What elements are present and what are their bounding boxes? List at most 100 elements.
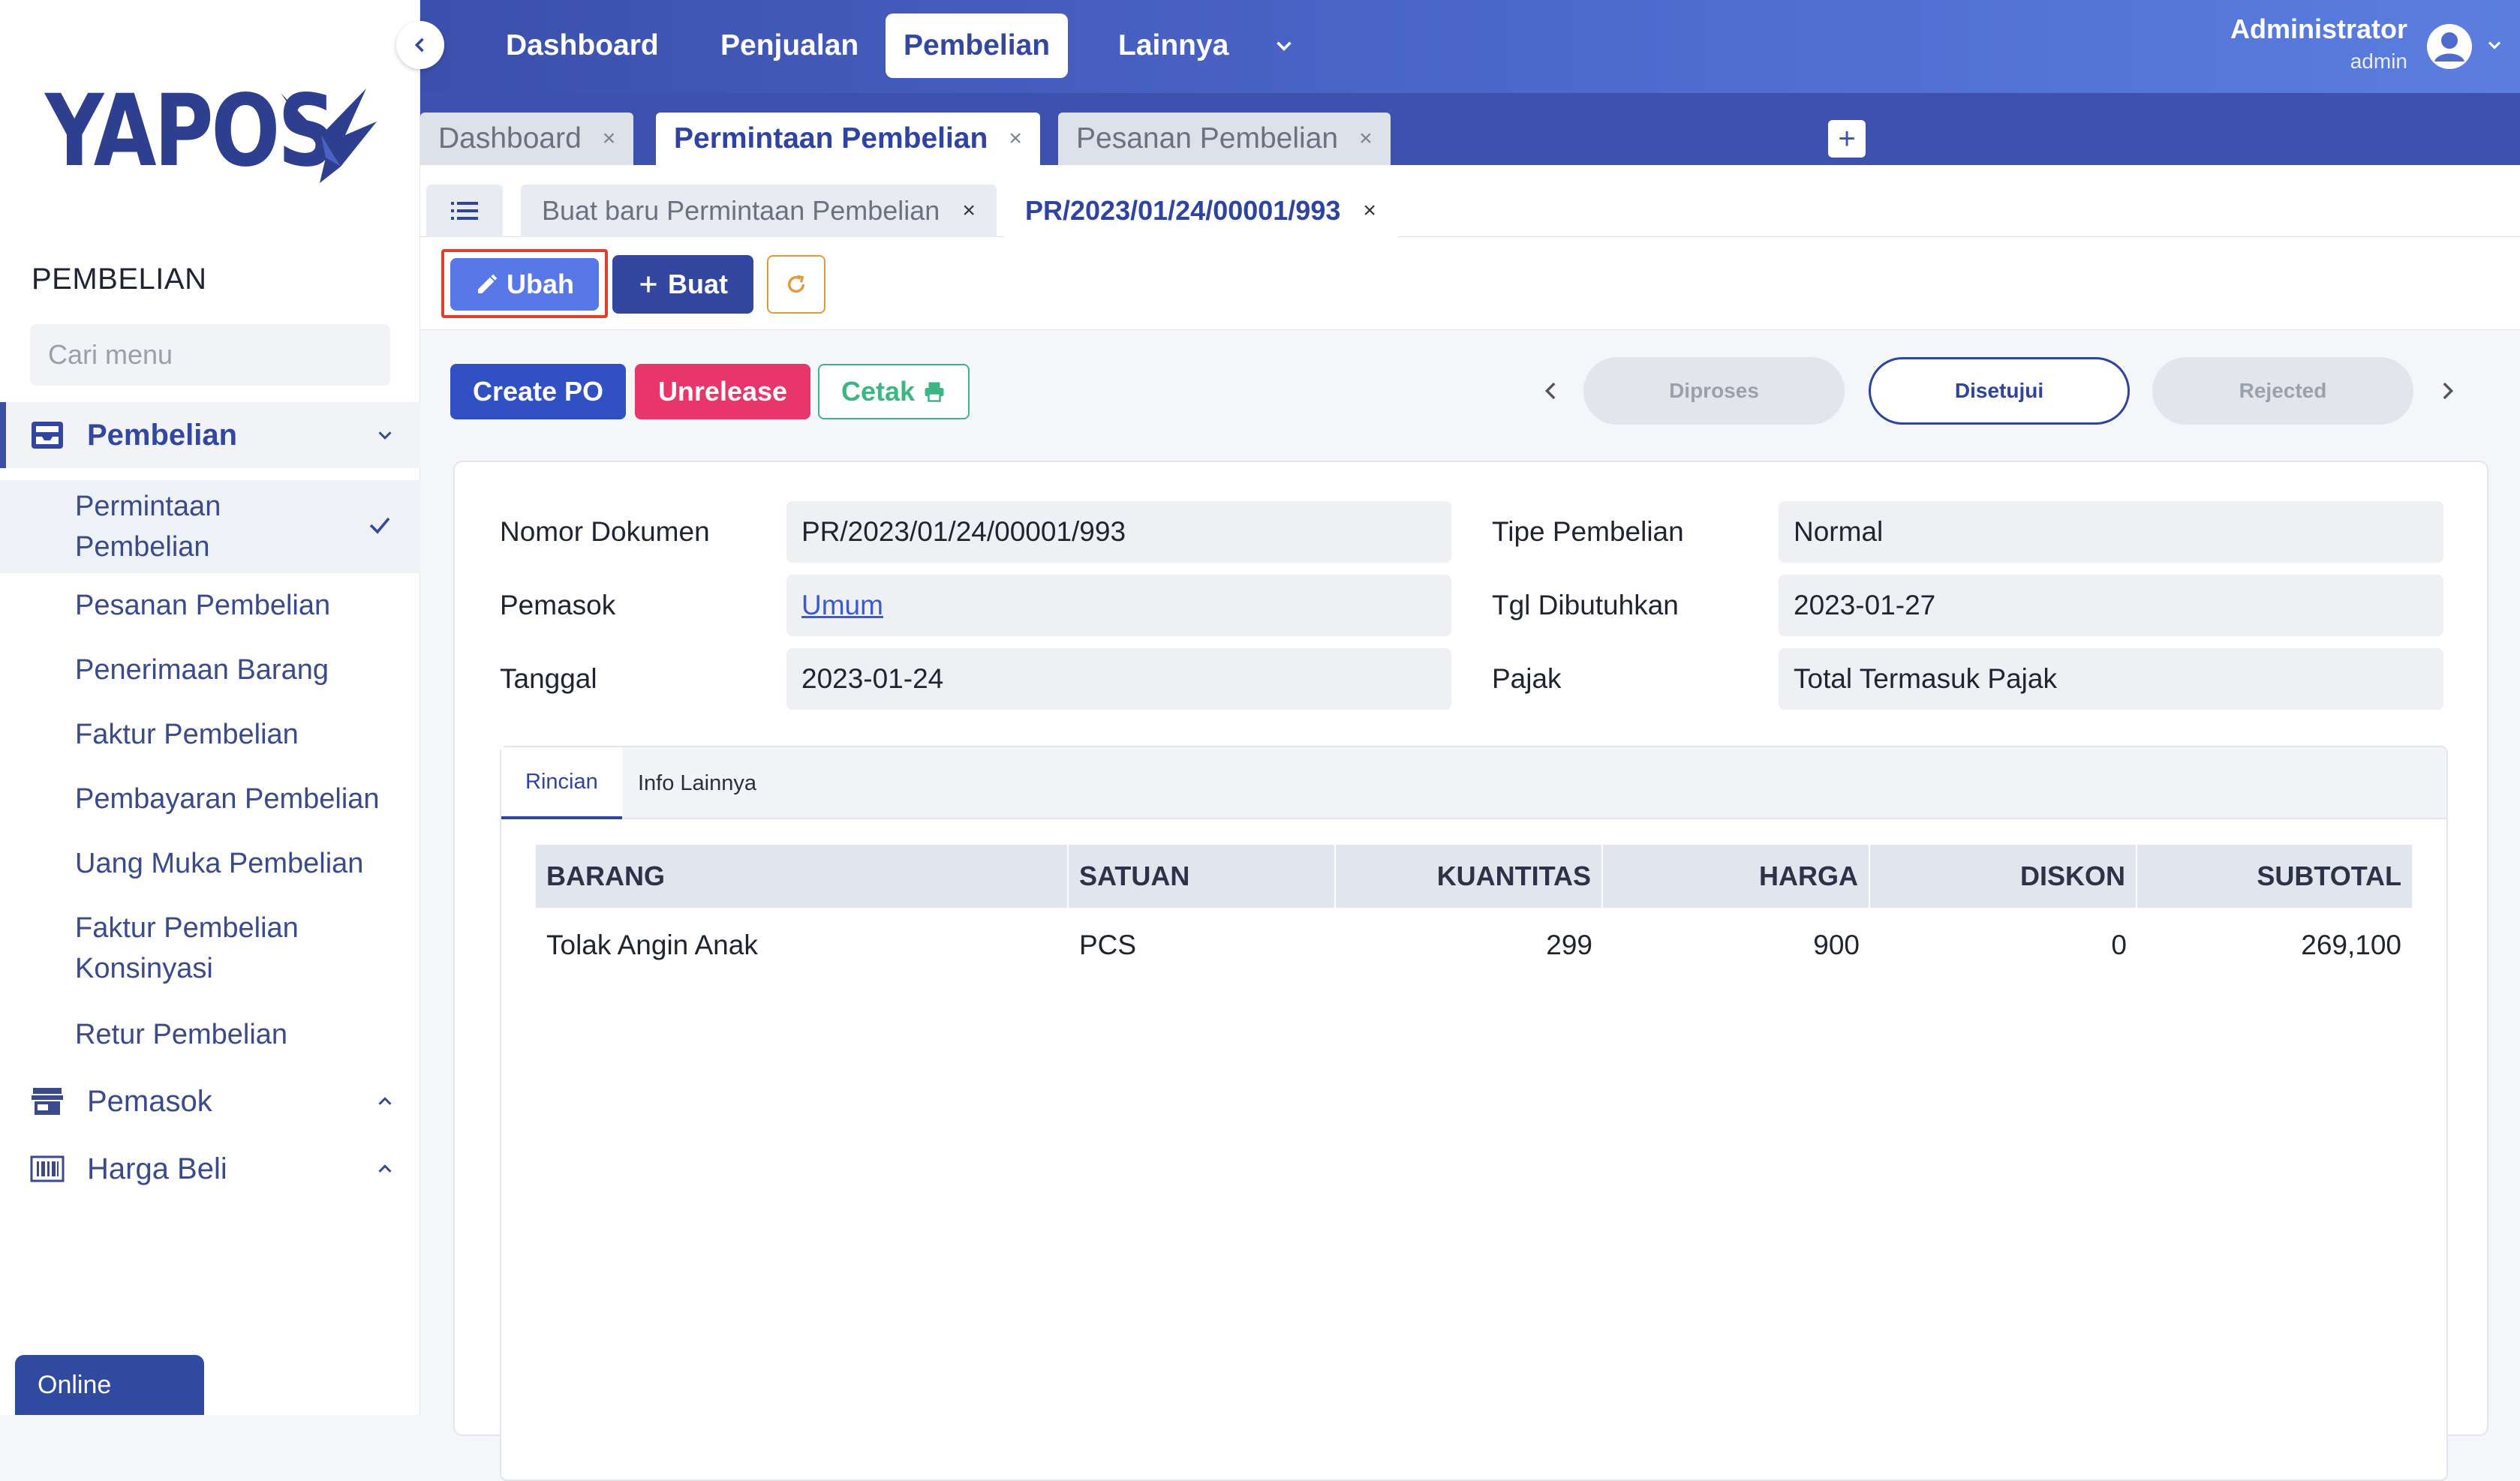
topnav-dashboard[interactable]: Dashboard bbox=[488, 14, 677, 78]
close-icon[interactable]: × bbox=[1363, 198, 1376, 224]
app-logo[interactable]: YAPOS bbox=[45, 75, 383, 188]
plus-icon bbox=[640, 276, 657, 293]
chevron-down-icon[interactable] bbox=[2484, 35, 2505, 56]
needed-date-label: Tgl Dibutuhkan bbox=[1492, 590, 1679, 620]
topnav-lainnya[interactable]: Lainnya bbox=[1100, 14, 1246, 78]
topnav-penjualan[interactable]: Penjualan bbox=[702, 14, 877, 78]
chevron-down-icon bbox=[378, 431, 392, 440]
status-step-rejected[interactable]: Rejected bbox=[2152, 357, 2413, 425]
sidebar-item-label: Retur Pembelian bbox=[75, 1019, 288, 1050]
chevron-left-icon bbox=[414, 38, 424, 53]
sidebar-group-label: Pembelian bbox=[87, 418, 238, 452]
column-header[interactable]: SUBTOTAL bbox=[2137, 845, 2412, 908]
menu-search-input[interactable] bbox=[47, 338, 398, 371]
supplier-label: Pemasok bbox=[500, 590, 616, 620]
tab-info-lainnya[interactable]: Info Lainnya bbox=[614, 747, 780, 819]
document-card: Nomor Dokumen PR/2023/01/24/00001/993 Pe… bbox=[453, 461, 2488, 1481]
detail-tabs-panel: Rincian Info Lainnya BARANG SATUAN KUANT… bbox=[500, 746, 2448, 1481]
sidebar-collapse-button[interactable] bbox=[396, 21, 444, 69]
user-role: admin bbox=[2350, 50, 2407, 73]
sidebar-group-pemasok[interactable]: Pemasok bbox=[0, 1068, 420, 1134]
create-button[interactable]: Buat bbox=[612, 255, 753, 314]
close-icon[interactable]: × bbox=[1359, 126, 1373, 152]
purchase-type-field: Normal bbox=[1779, 501, 2443, 563]
document-toolbar: Ubah Buat bbox=[420, 237, 2520, 330]
tab-label: Buat baru Permintaan Pembelian bbox=[542, 195, 940, 226]
sidebar-item-permintaan-pembelian[interactable]: Permintaan Pembelian bbox=[0, 480, 420, 573]
chevron-down-icon[interactable] bbox=[1271, 33, 1297, 59]
tab-permintaan-pembelian[interactable]: Permintaan Pembelian × bbox=[656, 113, 1040, 165]
table-cell: PCS bbox=[1079, 930, 1137, 960]
table-cell: 269,100 bbox=[2301, 930, 2401, 960]
tax-label: Pajak bbox=[1492, 663, 1562, 694]
column-header[interactable]: SATUAN bbox=[1069, 845, 1336, 908]
tab-pesanan-pembelian[interactable]: Pesanan Pembelian × bbox=[1058, 113, 1391, 165]
pencil-icon bbox=[478, 274, 498, 293]
detail-tab-bar: Rincian Info Lainnya bbox=[501, 747, 2446, 819]
table-cell: 900 bbox=[1813, 930, 1860, 960]
supplier-link[interactable]: Umum bbox=[786, 575, 1451, 636]
column-header[interactable]: KUANTITAS bbox=[1336, 845, 1603, 908]
table-cell: 0 bbox=[2111, 930, 2127, 960]
print-button-label: Cetak bbox=[841, 376, 916, 407]
table-cell: Tolak Angin Anak bbox=[546, 930, 758, 960]
refresh-icon bbox=[787, 275, 805, 293]
print-button[interactable]: Cetak bbox=[818, 364, 970, 419]
document-content: Create PO Unrelease Cetak Diproses Diset… bbox=[420, 330, 2520, 1481]
chevron-up-icon bbox=[378, 1097, 392, 1105]
top-navbar: Dashboard Penjualan Pembelian Lainnya Ad… bbox=[420, 0, 2520, 93]
chevron-right-icon[interactable] bbox=[2434, 378, 2460, 404]
sidebar-item-label: Faktur Pembelian Konsinyasi bbox=[75, 912, 299, 984]
user-avatar-icon[interactable] bbox=[2425, 23, 2473, 71]
needed-date-field: 2023-01-27 bbox=[1779, 575, 2443, 636]
tab-pr-document[interactable]: PR/2023/01/24/00001/993 × bbox=[1004, 185, 1397, 237]
close-icon[interactable]: × bbox=[1009, 126, 1022, 152]
sidebar-item-pesanan-pembelian[interactable]: Pesanan Pembelian bbox=[0, 585, 420, 626]
tab-label: Permintaan Pembelian bbox=[674, 122, 988, 155]
close-icon[interactable]: × bbox=[962, 198, 976, 224]
sidebar-group-pembelian[interactable]: Pembelian bbox=[0, 402, 420, 468]
tab-label: PR/2023/01/24/00001/993 bbox=[1025, 195, 1341, 226]
check-icon bbox=[369, 517, 390, 534]
status-step-diproses[interactable]: Diproses bbox=[1583, 357, 1845, 425]
tab-rincian[interactable]: Rincian bbox=[501, 747, 622, 819]
unrelease-button[interactable]: Unrelease bbox=[635, 364, 810, 419]
column-header[interactable]: HARGA bbox=[1603, 845, 1870, 908]
add-tab-button[interactable]: + bbox=[1828, 120, 1866, 158]
doc-number-label: Nomor Dokumen bbox=[500, 516, 710, 547]
refresh-button[interactable] bbox=[767, 255, 825, 314]
sidebar-group-harga-beli[interactable]: Harga Beli bbox=[0, 1136, 420, 1202]
column-header[interactable]: BARANG bbox=[536, 845, 1069, 908]
main-tab-bar: Dashboard × Permintaan Pembelian × Pesan… bbox=[420, 93, 2520, 165]
barcode-icon bbox=[30, 1155, 65, 1182]
user-name[interactable]: Administrator bbox=[2230, 14, 2407, 45]
inbox-icon bbox=[32, 422, 63, 449]
close-icon[interactable]: × bbox=[603, 126, 616, 152]
items-table-header: BARANG SATUAN KUANTITAS HARGA DISKON SUB… bbox=[536, 845, 2412, 908]
list-view-button[interactable] bbox=[426, 185, 503, 237]
sidebar-item-label: Penerimaan Barang bbox=[75, 654, 329, 686]
tab-label: Dashboard bbox=[438, 122, 582, 155]
doc-number-field: PR/2023/01/24/00001/993 bbox=[786, 501, 1451, 563]
edit-button[interactable]: Ubah bbox=[450, 258, 599, 311]
table-cell: 299 bbox=[1546, 930, 1592, 960]
sidebar-item-uang-muka-pembelian[interactable]: Uang Muka Pembelian bbox=[0, 843, 420, 884]
sidebar-item-pembayaran-pembelian[interactable]: Pembayaran Pembelian bbox=[0, 779, 420, 819]
topnav-pembelian[interactable]: Pembelian bbox=[886, 14, 1069, 78]
column-header[interactable]: DISKON bbox=[1870, 845, 2137, 908]
sidebar-item-faktur-pembelian[interactable]: Faktur Pembelian bbox=[0, 714, 420, 755]
sidebar-item-retur-pembelian[interactable]: Retur Pembelian bbox=[0, 1014, 420, 1055]
sidebar-item-penerimaan-barang[interactable]: Penerimaan Barang bbox=[0, 650, 420, 690]
online-status-badge[interactable]: Online bbox=[15, 1355, 204, 1415]
tab-buat-baru-permintaan[interactable]: Buat baru Permintaan Pembelian × bbox=[521, 185, 997, 237]
tab-dashboard[interactable]: Dashboard × bbox=[420, 113, 634, 165]
printer-icon bbox=[925, 382, 944, 402]
bird-logo-icon bbox=[281, 89, 377, 183]
tab-label: Pesanan Pembelian bbox=[1076, 122, 1339, 155]
status-step-disetujui[interactable]: Disetujui bbox=[1869, 357, 2130, 425]
chevron-left-icon[interactable] bbox=[1538, 378, 1564, 404]
sidebar-item-faktur-pembelian-konsinyasi[interactable]: Faktur Pembelian Konsinyasi bbox=[0, 908, 420, 989]
date-field: 2023-01-24 bbox=[786, 648, 1451, 710]
table-row[interactable]: Tolak Angin Anak PCS 299 900 0 269,100 bbox=[536, 914, 2412, 977]
create-po-button[interactable]: Create PO bbox=[450, 364, 626, 419]
